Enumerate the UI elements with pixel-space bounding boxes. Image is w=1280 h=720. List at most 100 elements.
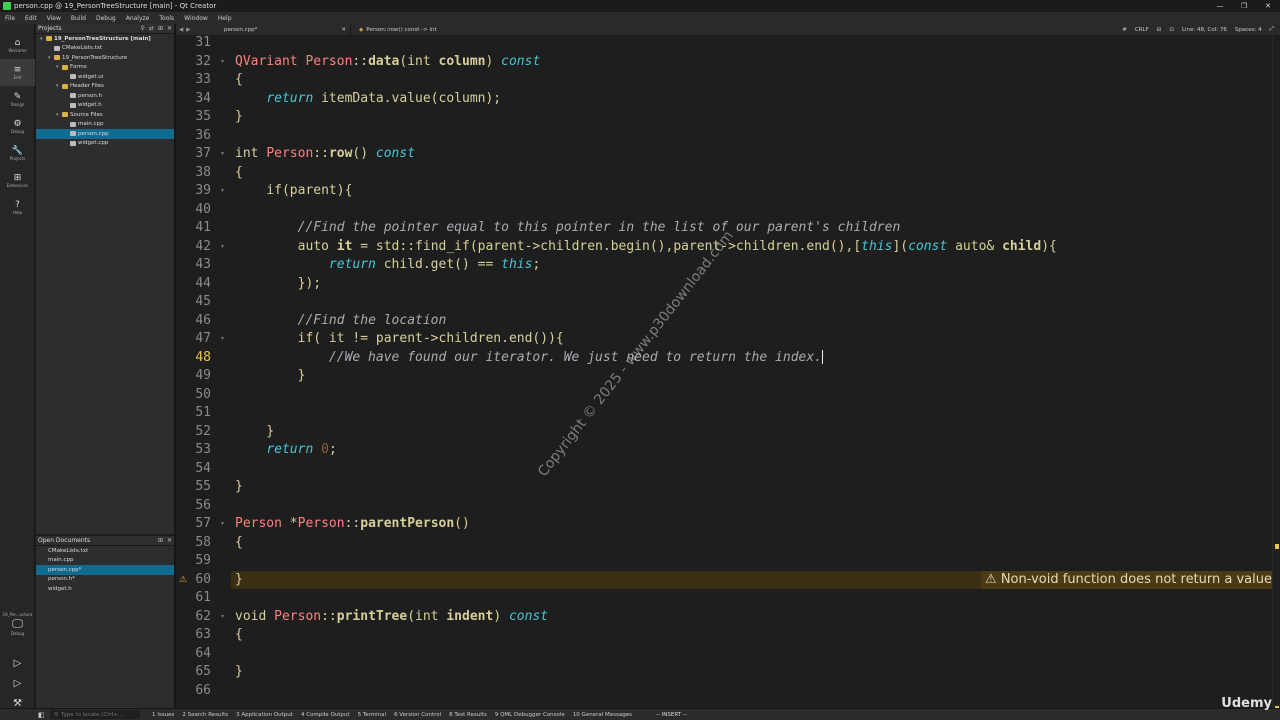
code-line[interactable]: return child.get() == this; [235,256,540,275]
split-editor-icon[interactable]: ⊟ [1157,27,1162,33]
mode-edit[interactable]: ≡ Edit [0,59,35,86]
filter-icon[interactable]: ⚲ [141,25,145,32]
split-icon[interactable]: ⊞ [158,25,163,32]
output-tab[interactable]: 10 General Messages [569,712,636,718]
open-document-item[interactable]: person.h* [36,575,174,585]
indentation-label[interactable]: Spaces: 4 [1235,27,1262,33]
code-line[interactable]: } [235,423,274,442]
fold-marker-icon[interactable]: ▾ [221,182,227,201]
tree-item[interactable]: ▾ Forms [36,63,174,73]
output-tab[interactable]: 6 Version Control [390,712,445,718]
output-tab[interactable]: 4 Compile Output [297,712,354,718]
code-line[interactable]: } [235,367,306,386]
menu-window[interactable]: Window [179,15,213,22]
code-line[interactable]: } [235,571,243,590]
close-pane-icon[interactable]: ✕ [167,25,172,32]
tree-item[interactable]: CMakeLists.txt [36,44,174,54]
editor-scrollbar[interactable] [1272,36,1280,711]
open-file-combo[interactable]: person.cpp* ✕ [216,23,351,36]
close-pane-icon[interactable]: ✕ [167,537,172,544]
close-document-icon[interactable]: ✕ [341,27,350,33]
menu-debug[interactable]: Debug [91,15,121,22]
mode-welcome[interactable]: ⌂ Welcome [0,32,35,59]
fold-marker-icon[interactable]: ▾ [221,145,227,164]
tree-item[interactable]: widget.h [36,101,174,111]
mode-debug[interactable]: ⚙ Debug [0,113,35,140]
code-line[interactable]: //We have found our iterator. We just ne… [235,349,824,368]
close-icon[interactable]: ✕ [1256,2,1280,10]
close-split-icon[interactable]: ⊡ [1169,27,1174,33]
open-document-item[interactable]: CMakeLists.txt [36,546,174,556]
tree-item[interactable]: ▾ Source Files [36,110,174,120]
output-tab[interactable]: 5 Terminal [354,712,391,718]
nav-arrows-icon[interactable]: ◀▶ [176,27,216,33]
open-document-item[interactable]: widget.h [36,584,174,594]
code-line[interactable]: int Person::row() const [235,145,415,164]
code-line[interactable]: Person *Person::parentPerson() [235,515,470,534]
debug-run-icon[interactable]: ▷ [0,678,35,696]
expand-icon[interactable]: ⤢ [1270,26,1274,33]
code-line[interactable]: if(parent){ [235,182,352,201]
fold-marker-icon[interactable]: ▾ [221,53,227,72]
projects-pane-title[interactable]: Projects [38,25,62,32]
fold-marker-icon[interactable]: ▾ [221,515,227,534]
tree-item[interactable]: person.cpp [36,129,174,139]
mode-help[interactable]: ? Help [0,194,35,221]
open-documents-title[interactable]: Open Documents [38,537,90,544]
tree-item[interactable]: main.cpp [36,120,174,130]
code-text-area[interactable]: QVariant Person::data(int column) const{… [231,36,1272,708]
output-tab[interactable]: 8 Test Results [445,712,491,718]
fold-marker-icon[interactable]: ▾ [221,608,227,627]
code-line[interactable]: { [235,534,243,553]
tree-item[interactable]: widget.ui [36,72,174,82]
mode-design[interactable]: ✎ Design [0,86,35,113]
tree-item[interactable]: ▾ 19_PersonTreeStructure [main] [36,34,174,44]
code-line[interactable]: QVariant Person::data(int column) const [235,53,540,72]
sync-icon[interactable]: ⇄ [149,25,154,32]
menu-build[interactable]: Build [66,15,91,22]
code-line[interactable]: //Find the location [235,312,447,331]
menu-help[interactable]: Help [213,15,237,22]
run-icon[interactable]: ▷ [0,658,35,676]
menu-edit[interactable]: Edit [20,15,42,22]
tree-item[interactable]: ▾ Header Files [36,82,174,92]
split-icon[interactable]: ⊞ [158,537,163,544]
fold-marker-icon[interactable]: ▾ [221,330,227,349]
code-line[interactable]: { [235,164,243,183]
code-line[interactable]: } [235,478,243,497]
lock-icon[interactable]: # [1122,27,1127,33]
output-tab[interactable]: 9 QML Debugger Console [491,712,569,718]
code-line[interactable]: void Person::printTree(int indent) const [235,608,548,627]
output-tab[interactable]: 2 Search Results [178,712,232,718]
code-line[interactable]: if( it != parent->children.end()){ [235,330,564,349]
code-line[interactable]: }); [235,275,321,294]
code-line[interactable]: auto it = std::find_if(parent->children.… [235,238,1057,257]
output-tab[interactable]: 1 Issues [148,712,178,718]
mode-projects[interactable]: 🔧 Projects [0,140,35,167]
warning-message[interactable]: ⚠ Non-void function does not return a va… [981,570,1272,589]
tree-item[interactable]: widget.cpp [36,139,174,149]
menu-view[interactable]: View [42,15,66,22]
menu-analyze[interactable]: Analyze [121,15,155,22]
code-line[interactable]: { [235,71,243,90]
locator-input[interactable]: ⚲ Type to locate (Ctrl+... [50,710,140,719]
minimize-icon[interactable]: — [1208,2,1232,10]
code-line[interactable]: } [235,108,243,127]
tree-item[interactable]: person.h [36,91,174,101]
cursor-position[interactable]: Line: 48, Col: 76 [1182,27,1227,33]
menu-tools[interactable]: Tools [154,15,179,22]
open-document-item[interactable]: main.cpp [36,556,174,566]
code-line[interactable]: } [235,663,243,682]
mode-extensions[interactable]: ⊞ Extensions [0,167,35,194]
output-tab[interactable]: 3 Application Output [232,712,297,718]
line-ending-label[interactable]: CRLF [1135,27,1149,33]
code-line[interactable]: return itemData.value(column); [235,90,501,109]
tree-item[interactable]: ▾ 19_PersonTreeStructure [36,53,174,63]
code-line[interactable]: { [235,626,243,645]
open-document-item[interactable]: person.cpp* [36,565,174,575]
kit-selector[interactable]: 19_Per...ucture 🖵 Debug [0,612,35,652]
symbol-combo[interactable]: ◆ Person::row() const -> int [351,27,1122,33]
toggle-sidebar-icon[interactable]: ◧ [38,711,45,719]
maximize-icon[interactable]: ❐ [1232,2,1256,10]
line-number-gutter[interactable]: 31 32 ▾ 33 34 35 36 37 ▾ 38 39 ▾ 40 41 42 ▾ 43 44 45 46 47 ▾ 4… [176,35,231,708]
